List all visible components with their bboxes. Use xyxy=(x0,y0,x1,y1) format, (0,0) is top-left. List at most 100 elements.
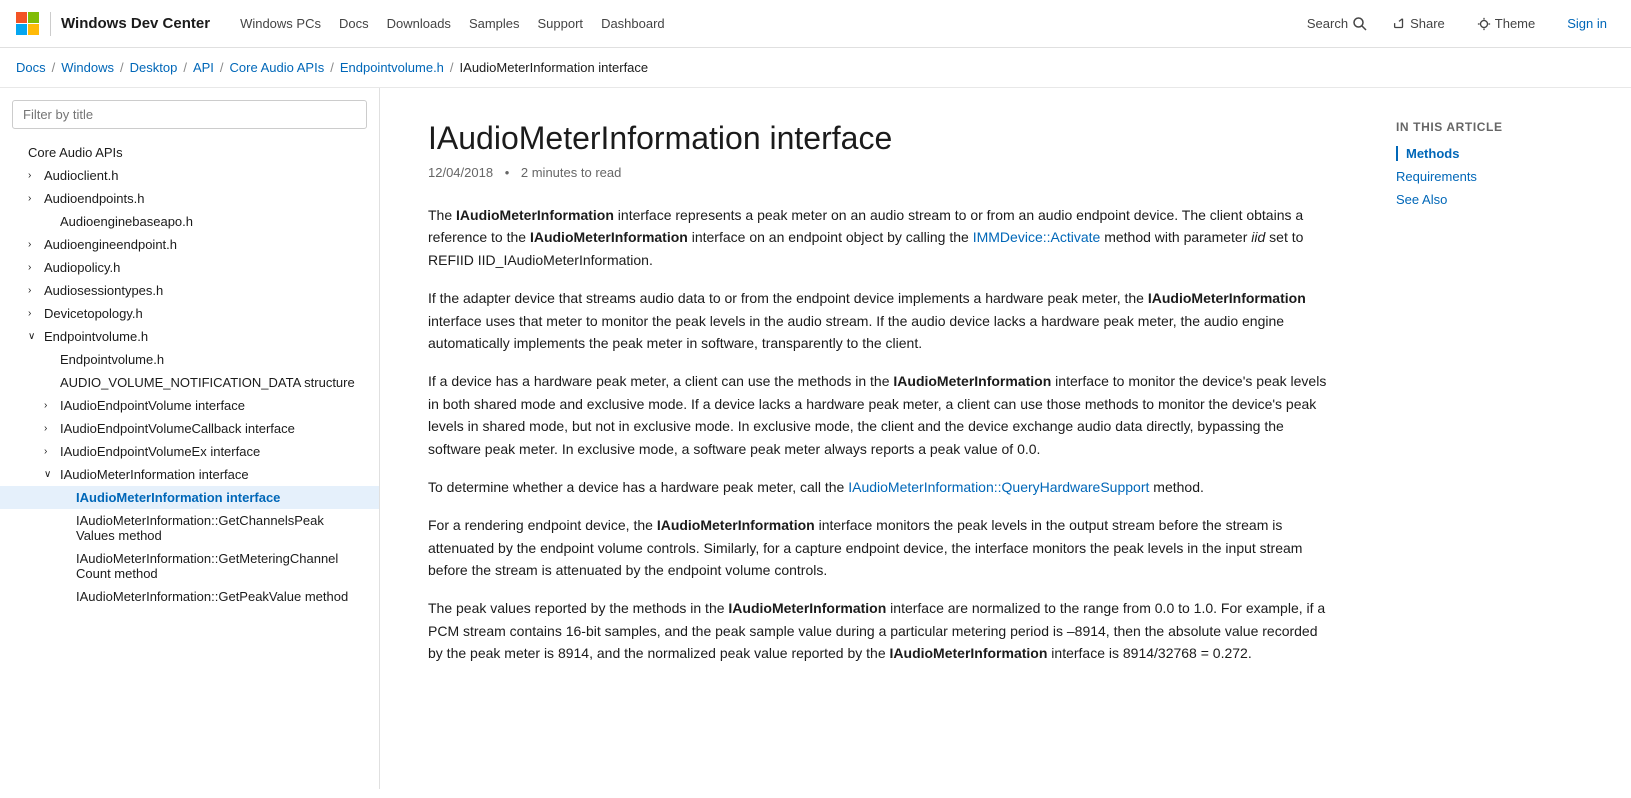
chevron-icon: › xyxy=(28,308,44,319)
theme-label: Theme xyxy=(1495,16,1535,31)
breadcrumb-docs[interactable]: Docs xyxy=(16,60,46,75)
sidebar-item-core-audio-apis[interactable]: Core Audio APIs xyxy=(0,141,379,164)
sidebar-item-endpointvolume-sub[interactable]: Endpointvolume.h xyxy=(0,348,379,371)
toc-title: In this article xyxy=(1396,120,1584,134)
sidebar-item-label: Audioengineendpoint.h xyxy=(44,237,367,252)
sidebar-item-iaudiometerinformation-interface[interactable]: IAudioMeterInformation interface xyxy=(0,486,379,509)
breadcrumb-sep-0: / xyxy=(52,60,56,75)
sidebar-item-getmeteringchannelcount[interactable]: IAudioMeterInformation::GetMeteringChann… xyxy=(0,547,379,585)
sidebar-item-label: Endpointvolume.h xyxy=(60,352,367,367)
chevron-icon: › xyxy=(28,239,44,250)
breadcrumb-sep-5: / xyxy=(450,60,454,75)
meta-separator: • xyxy=(505,165,510,180)
article-meta: 12/04/2018 • 2 minutes to read xyxy=(428,165,1332,180)
top-navigation: Windows Dev Center Windows PCs Docs Down… xyxy=(0,0,1631,48)
brand-link[interactable]: Windows Dev Center xyxy=(61,15,210,32)
nav-dashboard[interactable]: Dashboard xyxy=(601,16,665,31)
sidebar-item-label: Audioendpoints.h xyxy=(44,191,367,206)
breadcrumb-desktop[interactable]: Desktop xyxy=(130,60,178,75)
article-paragraph-6: The peak values reported by the methods … xyxy=(428,597,1332,664)
article-paragraph-4: To determine whether a device has a hard… xyxy=(428,476,1332,498)
sidebar-item-label: Core Audio APIs xyxy=(28,145,367,160)
sidebar-item-iaudioendpointvolumecallback[interactable]: › IAudioEndpointVolumeCallback interface xyxy=(0,417,379,440)
article-paragraph-5: For a rendering endpoint device, the IAu… xyxy=(428,514,1332,581)
sidebar-item-audioclient[interactable]: › Audioclient.h xyxy=(0,164,379,187)
nav-divider xyxy=(50,12,51,36)
article-paragraph-1: The IAudioMeterInformation interface rep… xyxy=(428,204,1332,271)
sidebar-item-label: IAudioEndpointVolume interface xyxy=(60,398,367,413)
main-layout: Core Audio APIs › Audioclient.h › Audioe… xyxy=(0,88,1631,789)
breadcrumb-api[interactable]: API xyxy=(193,60,214,75)
breadcrumb-sep-2: / xyxy=(183,60,187,75)
breadcrumb-windows[interactable]: Windows xyxy=(61,60,114,75)
chevron-icon: › xyxy=(28,170,44,181)
nav-windows-pcs[interactable]: Windows PCs xyxy=(240,16,321,31)
share-icon xyxy=(1392,17,1406,31)
search-button[interactable]: Search xyxy=(1307,16,1368,32)
share-label: Share xyxy=(1410,16,1445,31)
sidebar-item-label: IAudioEndpointVolumeCallback interface xyxy=(60,421,367,436)
breadcrumb-coreaudio[interactable]: Core Audio APIs xyxy=(230,60,325,75)
article-date: 12/04/2018 xyxy=(428,165,493,180)
sidebar-item-iaudiometerinformation-group[interactable]: ∨ IAudioMeterInformation interface xyxy=(0,463,379,486)
article-body: The IAudioMeterInformation interface rep… xyxy=(428,204,1332,665)
chevron-icon: ∨ xyxy=(28,331,44,342)
main-content: IAudioMeterInformation interface 12/04/2… xyxy=(380,88,1380,789)
sidebar: Core Audio APIs › Audioclient.h › Audioe… xyxy=(0,88,380,789)
chevron-icon: ∨ xyxy=(44,469,60,480)
nav-docs[interactable]: Docs xyxy=(339,16,369,31)
sidebar-item-label: IAudioMeterInformation interface xyxy=(76,490,367,505)
breadcrumb-endpointvolume[interactable]: Endpointvolume.h xyxy=(340,60,444,75)
sidebar-item-audioendpoints[interactable]: › Audioendpoints.h xyxy=(0,187,379,210)
article-title: IAudioMeterInformation interface xyxy=(428,120,1332,157)
sidebar-item-label: Audioenginebaseapo.h xyxy=(60,214,367,229)
sidebar-tree: Core Audio APIs › Audioclient.h › Audioe… xyxy=(0,141,379,608)
nav-samples[interactable]: Samples xyxy=(469,16,520,31)
sidebar-item-iaudioendpointvolumeex[interactable]: › IAudioEndpointVolumeEx interface xyxy=(0,440,379,463)
sidebar-item-label: IAudioEndpointVolumeEx interface xyxy=(60,444,367,459)
sidebar-item-label: IAudioMeterInformation::GetMeteringChann… xyxy=(76,551,367,581)
sidebar-item-audioengineendpoint[interactable]: › Audioengineendpoint.h xyxy=(0,233,379,256)
article-paragraph-3: If a device has a hardware peak meter, a… xyxy=(428,370,1332,460)
filter-input[interactable] xyxy=(12,100,367,129)
sidebar-item-getpeakvalue[interactable]: IAudioMeterInformation::GetPeakValue met… xyxy=(0,585,379,608)
logo-area: Windows Dev Center xyxy=(16,12,210,36)
imm-device-activate-link[interactable]: IMMDevice::Activate xyxy=(973,229,1101,245)
toc-item-see-also: See Also xyxy=(1396,192,1584,207)
sidebar-item-audio-volume-notification[interactable]: AUDIO_VOLUME_NOTIFICATION_DATA structure xyxy=(0,371,379,394)
breadcrumb-sep-3: / xyxy=(220,60,224,75)
breadcrumb-current: IAudioMeterInformation interface xyxy=(460,60,649,75)
chevron-icon: › xyxy=(28,262,44,273)
theme-icon xyxy=(1477,17,1491,31)
sidebar-item-label: Audiosessiontypes.h xyxy=(44,283,367,298)
toc-item-requirements: Requirements xyxy=(1396,169,1584,184)
sidebar-item-label: Audiopolicy.h xyxy=(44,260,367,275)
sidebar-item-getchannelspeakvalues[interactable]: IAudioMeterInformation::GetChannelsPeakV… xyxy=(0,509,379,547)
toc-link-requirements[interactable]: Requirements xyxy=(1396,169,1477,184)
share-button[interactable]: Share xyxy=(1384,12,1453,35)
search-icon xyxy=(1352,16,1368,32)
breadcrumb-sep-1: / xyxy=(120,60,124,75)
nav-right: Search Share Theme Sign in xyxy=(1307,12,1615,35)
chevron-icon: › xyxy=(44,423,60,434)
nav-downloads[interactable]: Downloads xyxy=(387,16,451,31)
search-label: Search xyxy=(1307,16,1348,31)
toc-link-methods[interactable]: Methods xyxy=(1396,146,1459,161)
toc-link-see-also[interactable]: See Also xyxy=(1396,192,1447,207)
query-hardware-support-link[interactable]: IAudioMeterInformation::QueryHardwareSup… xyxy=(848,479,1149,495)
sidebar-item-audiosessiontypes[interactable]: › Audiosessiontypes.h xyxy=(0,279,379,302)
sidebar-item-devicetopology[interactable]: › Devicetopology.h xyxy=(0,302,379,325)
signin-button[interactable]: Sign in xyxy=(1559,12,1615,35)
sidebar-item-iaudioendpointvolume[interactable]: › IAudioEndpointVolume interface xyxy=(0,394,379,417)
theme-button[interactable]: Theme xyxy=(1469,12,1543,35)
toc-list: Methods Requirements See Also xyxy=(1396,146,1584,207)
sidebar-item-endpointvolume[interactable]: ∨ Endpointvolume.h xyxy=(0,325,379,348)
sidebar-item-label: AUDIO_VOLUME_NOTIFICATION_DATA structure xyxy=(60,375,367,390)
sidebar-item-audioenginebaseapo[interactable]: Audioenginebaseapo.h xyxy=(0,210,379,233)
nav-support[interactable]: Support xyxy=(538,16,584,31)
microsoft-logo[interactable] xyxy=(16,12,40,36)
chevron-icon: › xyxy=(44,400,60,411)
sidebar-item-label: Endpointvolume.h xyxy=(44,329,367,344)
article-read-time: 2 minutes to read xyxy=(521,165,621,180)
sidebar-item-audiopolicy[interactable]: › Audiopolicy.h xyxy=(0,256,379,279)
